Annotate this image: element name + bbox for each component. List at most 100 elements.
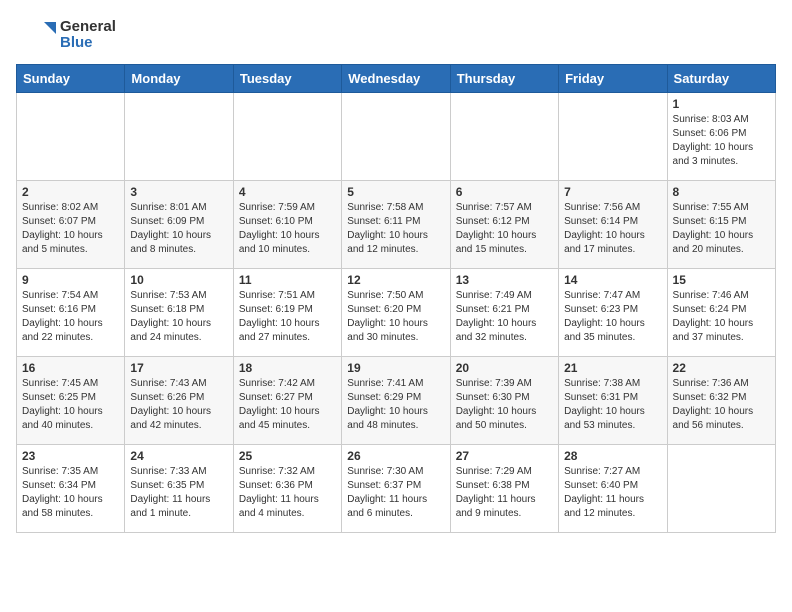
day-number: 26 bbox=[347, 449, 444, 463]
calendar-cell bbox=[450, 93, 558, 181]
calendar-cell: 21 Sunrise: 7:38 AM Sunset: 6:31 PM Dayli… bbox=[559, 357, 667, 445]
day-number: 1 bbox=[673, 97, 770, 111]
day-info: Sunrise: 7:29 AM Sunset: 6:38 PM Dayligh… bbox=[456, 465, 553, 521]
calendar-cell: 10Sunrise: 7:53 AM Sunset: 6:18 PM Dayli… bbox=[125, 269, 233, 357]
calendar-cell: 4 Sunrise: 7:59 AM Sunset: 6:10 PM Daylig… bbox=[233, 181, 341, 269]
calendar-header-wednesday: Wednesday bbox=[342, 65, 450, 93]
day-number: 13 bbox=[456, 273, 553, 287]
day-info: Sunrise: 7:46 AM Sunset: 6:24 PM Dayligh… bbox=[673, 289, 770, 345]
day-info: Sunrise: 8:02 AM Sunset: 6:07 PM Dayligh… bbox=[22, 201, 119, 257]
day-number: 27 bbox=[456, 449, 553, 463]
calendar-week-row: 1 Sunrise: 8:03 AM Sunset: 6:06 PM Daylig… bbox=[17, 93, 776, 181]
calendar-cell: 7 Sunrise: 7:56 AM Sunset: 6:14 PM Daylig… bbox=[559, 181, 667, 269]
calendar-cell: 17Sunrise: 7:43 AM Sunset: 6:26 PM Dayli… bbox=[125, 357, 233, 445]
calendar-header-saturday: Saturday bbox=[667, 65, 775, 93]
calendar-cell: 25 Sunrise: 7:32 AM Sunset: 6:36 PM Dayli… bbox=[233, 445, 341, 533]
day-number: 10 bbox=[130, 273, 227, 287]
day-info: Sunrise: 7:47 AM Sunset: 6:23 PM Dayligh… bbox=[564, 289, 661, 345]
calendar-header-tuesday: Tuesday bbox=[233, 65, 341, 93]
calendar-cell: 16 Sunrise: 7:45 AM Sunset: 6:25 PM Dayli… bbox=[17, 357, 125, 445]
day-info: Sunrise: 7:30 AM Sunset: 6:37 PM Dayligh… bbox=[347, 465, 444, 521]
calendar-cell: 27 Sunrise: 7:29 AM Sunset: 6:38 PM Dayli… bbox=[450, 445, 558, 533]
day-number: 23 bbox=[22, 449, 119, 463]
day-number: 21 bbox=[564, 361, 661, 375]
day-number: 18 bbox=[239, 361, 336, 375]
calendar-cell: 22 Sunrise: 7:36 AM Sunset: 6:32 PM Dayli… bbox=[667, 357, 775, 445]
calendar-cell: 2 Sunrise: 8:02 AM Sunset: 6:07 PM Daylig… bbox=[17, 181, 125, 269]
calendar-cell: 12 Sunrise: 7:50 AM Sunset: 6:20 PM Dayli… bbox=[342, 269, 450, 357]
day-info: Sunrise: 7:32 AM Sunset: 6:36 PM Dayligh… bbox=[239, 465, 336, 521]
calendar-cell: 6 Sunrise: 7:57 AM Sunset: 6:12 PM Daylig… bbox=[450, 181, 558, 269]
logo-svg bbox=[16, 16, 56, 54]
calendar-cell bbox=[559, 93, 667, 181]
day-info: Sunrise: 7:57 AM Sunset: 6:12 PM Dayligh… bbox=[456, 201, 553, 257]
day-number: 4 bbox=[239, 185, 336, 199]
day-number: 3 bbox=[130, 185, 227, 199]
calendar-cell: 8 Sunrise: 7:55 AM Sunset: 6:15 PM Daylig… bbox=[667, 181, 775, 269]
day-number: 2 bbox=[22, 185, 119, 199]
calendar-cell: 28Sunrise: 7:27 AM Sunset: 6:40 PM Dayli… bbox=[559, 445, 667, 533]
day-number: 24 bbox=[130, 449, 227, 463]
day-number: 25 bbox=[239, 449, 336, 463]
day-number: 12 bbox=[347, 273, 444, 287]
day-number: 19 bbox=[347, 361, 444, 375]
day-info: Sunrise: 7:59 AM Sunset: 6:10 PM Dayligh… bbox=[239, 201, 336, 257]
calendar-cell: 20Sunrise: 7:39 AM Sunset: 6:30 PM Dayli… bbox=[450, 357, 558, 445]
calendar-header-row: SundayMondayTuesdayWednesdayThursdayFrid… bbox=[17, 65, 776, 93]
day-info: Sunrise: 7:54 AM Sunset: 6:16 PM Dayligh… bbox=[22, 289, 119, 345]
logo-blue-text: Blue bbox=[60, 35, 116, 52]
day-number: 6 bbox=[456, 185, 553, 199]
calendar-header-friday: Friday bbox=[559, 65, 667, 93]
calendar-cell: 1 Sunrise: 8:03 AM Sunset: 6:06 PM Daylig… bbox=[667, 93, 775, 181]
calendar-cell: 23 Sunrise: 7:35 AM Sunset: 6:34 PM Dayli… bbox=[17, 445, 125, 533]
calendar-cell: 11 Sunrise: 7:51 AM Sunset: 6:19 PM Dayli… bbox=[233, 269, 341, 357]
day-info: Sunrise: 7:50 AM Sunset: 6:20 PM Dayligh… bbox=[347, 289, 444, 345]
calendar-cell: 18Sunrise: 7:42 AM Sunset: 6:27 PM Dayli… bbox=[233, 357, 341, 445]
day-number: 11 bbox=[239, 273, 336, 287]
day-info: Sunrise: 7:35 AM Sunset: 6:34 PM Dayligh… bbox=[22, 465, 119, 521]
day-number: 7 bbox=[564, 185, 661, 199]
calendar-cell bbox=[342, 93, 450, 181]
calendar-cell: 26 Sunrise: 7:30 AM Sunset: 6:37 PM Dayli… bbox=[342, 445, 450, 533]
calendar-cell bbox=[17, 93, 125, 181]
calendar-cell: 14 Sunrise: 7:47 AM Sunset: 6:23 PM Dayli… bbox=[559, 269, 667, 357]
calendar-cell: 24 Sunrise: 7:33 AM Sunset: 6:35 PM Dayli… bbox=[125, 445, 233, 533]
day-number: 20 bbox=[456, 361, 553, 375]
calendar-week-row: 16 Sunrise: 7:45 AM Sunset: 6:25 PM Dayli… bbox=[17, 357, 776, 445]
day-info: Sunrise: 7:41 AM Sunset: 6:29 PM Dayligh… bbox=[347, 377, 444, 433]
day-info: Sunrise: 7:56 AM Sunset: 6:14 PM Dayligh… bbox=[564, 201, 661, 257]
calendar-cell bbox=[233, 93, 341, 181]
page-header: GeneralBlue bbox=[16, 16, 776, 54]
calendar-cell: 5Sunrise: 7:58 AM Sunset: 6:11 PM Daylig… bbox=[342, 181, 450, 269]
day-info: Sunrise: 7:43 AM Sunset: 6:26 PM Dayligh… bbox=[130, 377, 227, 433]
calendar-cell: 15 Sunrise: 7:46 AM Sunset: 6:24 PM Dayli… bbox=[667, 269, 775, 357]
calendar-cell bbox=[667, 445, 775, 533]
day-number: 15 bbox=[673, 273, 770, 287]
day-number: 22 bbox=[673, 361, 770, 375]
day-info: Sunrise: 7:45 AM Sunset: 6:25 PM Dayligh… bbox=[22, 377, 119, 433]
day-number: 9 bbox=[22, 273, 119, 287]
day-info: Sunrise: 7:58 AM Sunset: 6:11 PM Dayligh… bbox=[347, 201, 444, 257]
calendar-header-sunday: Sunday bbox=[17, 65, 125, 93]
calendar-cell bbox=[125, 93, 233, 181]
day-info: Sunrise: 7:36 AM Sunset: 6:32 PM Dayligh… bbox=[673, 377, 770, 433]
day-info: Sunrise: 8:03 AM Sunset: 6:06 PM Dayligh… bbox=[673, 113, 770, 169]
day-number: 16 bbox=[22, 361, 119, 375]
logo-general-text: General bbox=[60, 19, 116, 36]
day-info: Sunrise: 7:49 AM Sunset: 6:21 PM Dayligh… bbox=[456, 289, 553, 345]
calendar-header-monday: Monday bbox=[125, 65, 233, 93]
day-number: 14 bbox=[564, 273, 661, 287]
calendar-week-row: 9 Sunrise: 7:54 AM Sunset: 6:16 PM Daylig… bbox=[17, 269, 776, 357]
day-info: Sunrise: 7:55 AM Sunset: 6:15 PM Dayligh… bbox=[673, 201, 770, 257]
day-info: Sunrise: 8:01 AM Sunset: 6:09 PM Dayligh… bbox=[130, 201, 227, 257]
day-info: Sunrise: 7:27 AM Sunset: 6:40 PM Dayligh… bbox=[564, 465, 661, 521]
calendar-header-thursday: Thursday bbox=[450, 65, 558, 93]
day-info: Sunrise: 7:38 AM Sunset: 6:31 PM Dayligh… bbox=[564, 377, 661, 433]
day-info: Sunrise: 7:33 AM Sunset: 6:35 PM Dayligh… bbox=[130, 465, 227, 521]
day-info: Sunrise: 7:51 AM Sunset: 6:19 PM Dayligh… bbox=[239, 289, 336, 345]
calendar-cell: 13 Sunrise: 7:49 AM Sunset: 6:21 PM Dayli… bbox=[450, 269, 558, 357]
calendar-cell: 9 Sunrise: 7:54 AM Sunset: 6:16 PM Daylig… bbox=[17, 269, 125, 357]
day-number: 8 bbox=[673, 185, 770, 199]
logo: GeneralBlue bbox=[16, 16, 116, 54]
calendar-week-row: 23 Sunrise: 7:35 AM Sunset: 6:34 PM Dayli… bbox=[17, 445, 776, 533]
